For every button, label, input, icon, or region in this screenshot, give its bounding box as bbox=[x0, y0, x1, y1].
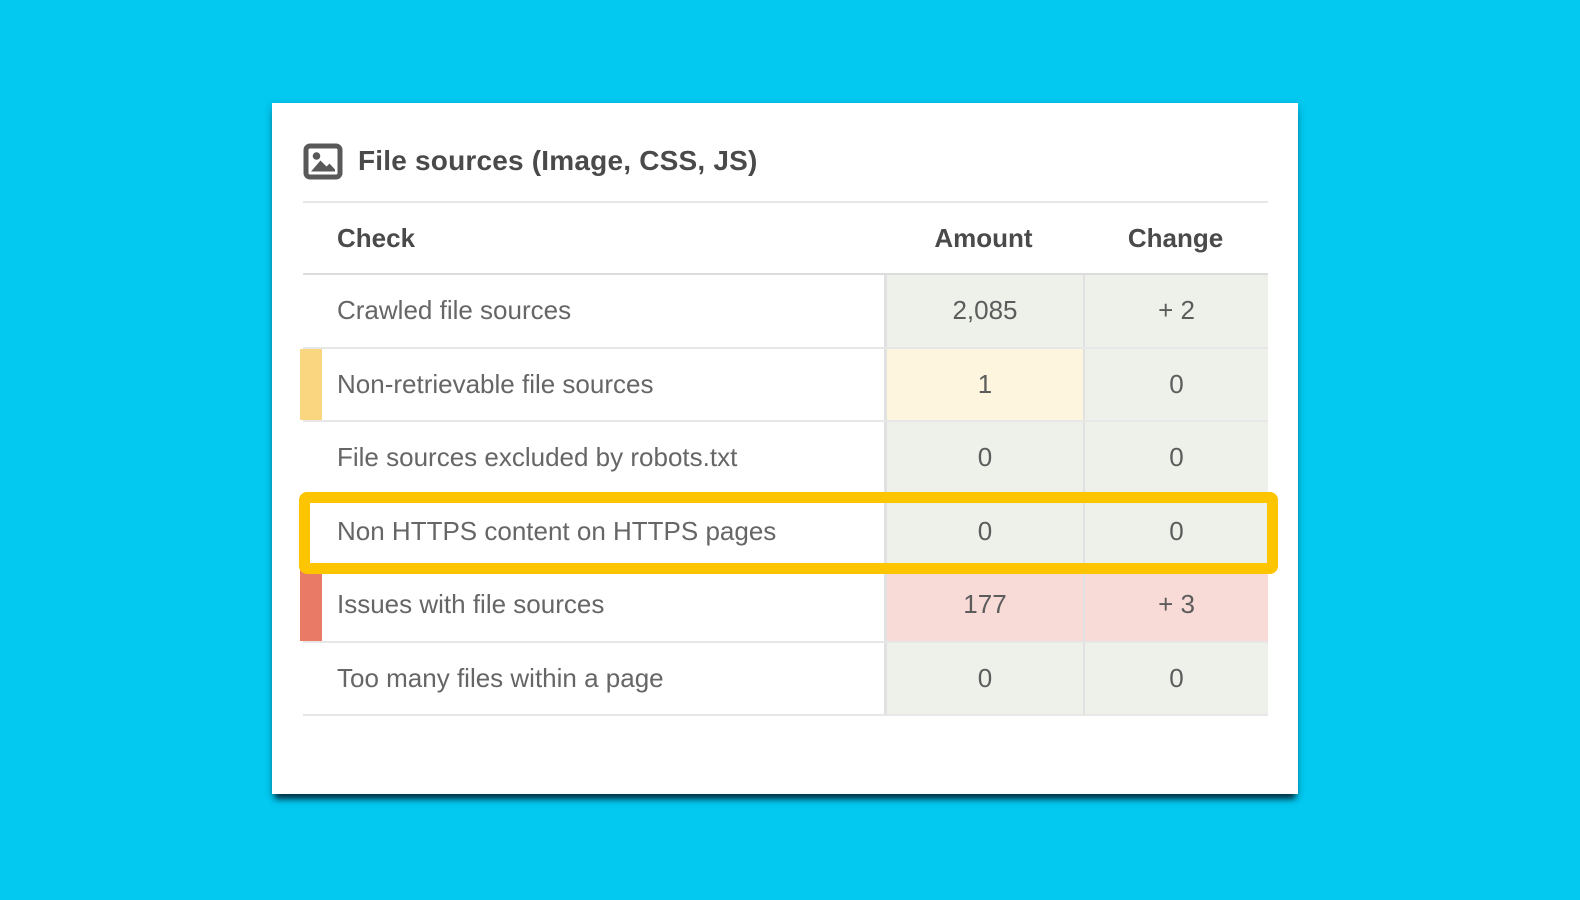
warning-marker bbox=[300, 349, 322, 421]
table-row-issues-with-file-sources[interactable]: Issues with file sources 177 + 3 bbox=[303, 569, 1268, 643]
error-marker bbox=[300, 569, 322, 641]
amount-cell: 0 bbox=[884, 422, 1083, 494]
table-body: Crawled file sources 2,085 + 2 Non-retri… bbox=[303, 275, 1268, 716]
change-cell: + 2 bbox=[1083, 275, 1268, 347]
image-icon bbox=[303, 143, 343, 180]
table-row-non-https-content[interactable]: Non HTTPS content on HTTPS pages 0 0 bbox=[303, 496, 1268, 570]
amount-cell: 1 bbox=[884, 349, 1083, 421]
change-cell: 0 bbox=[1083, 349, 1268, 421]
check-label: Too many files within a page bbox=[303, 643, 884, 715]
desktop-background: { "card": { "title": "File sources (Imag… bbox=[0, 0, 1580, 900]
check-label: Non HTTPS content on HTTPS pages bbox=[303, 496, 884, 568]
change-cell: 0 bbox=[1083, 496, 1268, 568]
amount-cell: 0 bbox=[884, 643, 1083, 715]
table-row-crawled-file-sources[interactable]: Crawled file sources 2,085 + 2 bbox=[303, 275, 1268, 349]
card-header: File sources (Image, CSS, JS) bbox=[303, 103, 1268, 203]
table-row-too-many-files[interactable]: Too many files within a page 0 0 bbox=[303, 643, 1268, 717]
change-cell: + 3 bbox=[1083, 569, 1268, 641]
amount-cell: 0 bbox=[884, 496, 1083, 568]
file-sources-card: File sources (Image, CSS, JS) Check Amou… bbox=[272, 103, 1298, 794]
amount-cell: 177 bbox=[884, 569, 1083, 641]
table-header-row: Check Amount Change bbox=[303, 203, 1268, 275]
check-label: Non-retrievable file sources bbox=[303, 349, 884, 421]
change-cell: 0 bbox=[1083, 643, 1268, 715]
change-cell: 0 bbox=[1083, 422, 1268, 494]
amount-cell: 2,085 bbox=[884, 275, 1083, 347]
column-header-check: Check bbox=[303, 223, 884, 254]
card-title: File sources (Image, CSS, JS) bbox=[358, 145, 758, 177]
check-label: Issues with file sources bbox=[303, 569, 884, 641]
table-row-file-sources-excluded-by-robots[interactable]: File sources excluded by robots.txt 0 0 bbox=[303, 422, 1268, 496]
check-label: Crawled file sources bbox=[303, 275, 884, 347]
check-label: File sources excluded by robots.txt bbox=[303, 422, 884, 494]
table-row-non-retrievable-file-sources[interactable]: Non-retrievable file sources 1 0 bbox=[303, 349, 1268, 423]
column-header-change: Change bbox=[1083, 223, 1268, 254]
column-header-amount: Amount bbox=[884, 223, 1083, 254]
